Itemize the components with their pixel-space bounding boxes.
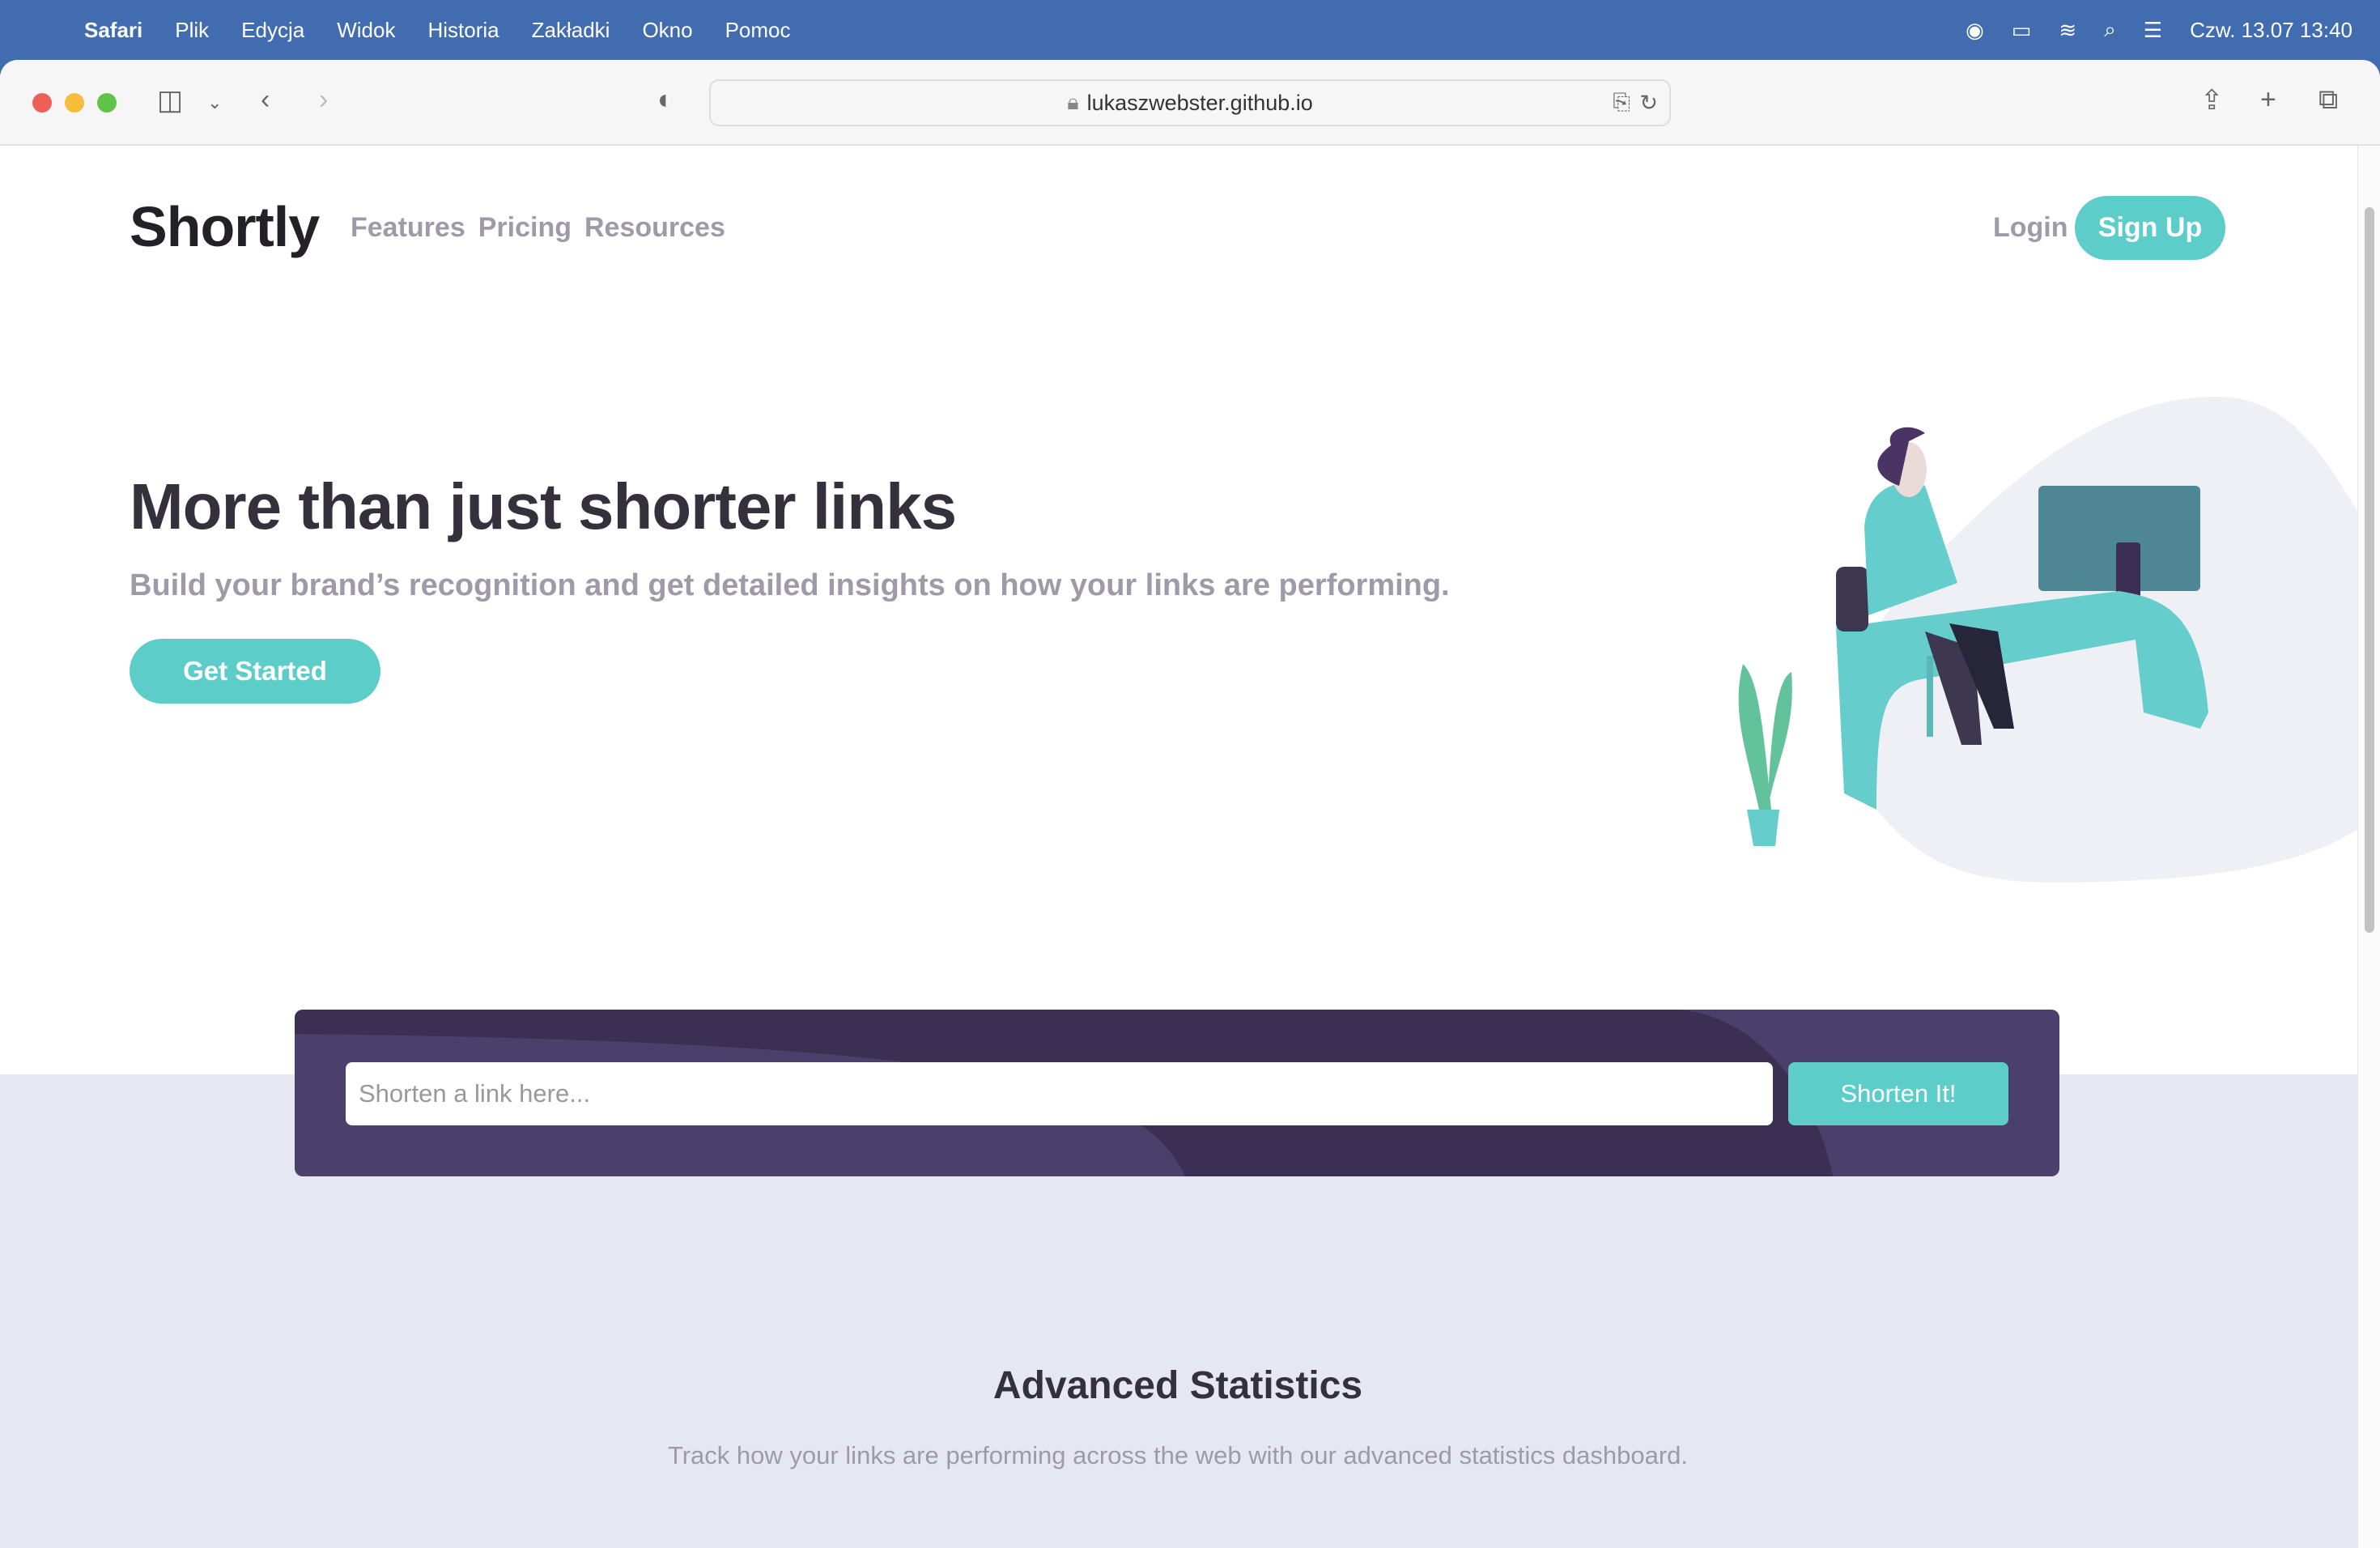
nav-resources[interactable]: Resources bbox=[584, 212, 725, 244]
get-started-button[interactable]: Get Started bbox=[130, 639, 380, 704]
back-icon[interactable]: ‹ bbox=[261, 84, 270, 116]
chevron-down-icon[interactable]: ⌄ bbox=[207, 92, 222, 113]
search-icon[interactable]: ⌕ bbox=[2104, 17, 2116, 43]
logo[interactable]: Shortly bbox=[130, 194, 320, 259]
hero-subtitle: Build your brand’s recognition and get d… bbox=[130, 568, 1450, 602]
sign-up-button[interactable]: Sign Up bbox=[2075, 196, 2225, 260]
minimize-button[interactable] bbox=[65, 93, 84, 113]
translate-icon[interactable]: ⎘ bbox=[1613, 90, 1630, 116]
working-illustration bbox=[1738, 397, 2380, 882]
user-icon[interactable]: ◉ bbox=[1966, 18, 1984, 43]
stats-title: Advanced Statistics bbox=[992, 1364, 1363, 1407]
stats-subtitle: Track how your links are performing acro… bbox=[667, 1441, 1689, 1469]
menu-okno[interactable]: Okno bbox=[642, 18, 692, 43]
nav-features[interactable]: Features bbox=[351, 212, 465, 244]
macos-menubar: Safari Plik Edycja Widok Historia Zakład… bbox=[0, 0, 2380, 60]
main-nav: Features Pricing Resources bbox=[351, 212, 725, 244]
tabs-overview-icon[interactable]: ⧉ bbox=[2318, 84, 2338, 116]
close-button[interactable] bbox=[32, 93, 52, 113]
zoom-button[interactable] bbox=[97, 93, 117, 113]
menu-zakladki[interactable]: Zakładki bbox=[532, 18, 610, 43]
webpage: Shortly Features Pricing Resources Login… bbox=[0, 146, 2380, 1548]
shorten-link-input[interactable] bbox=[346, 1062, 1773, 1125]
shield-icon[interactable]: ◐ bbox=[657, 84, 674, 116]
menu-plik[interactable]: Plik bbox=[175, 18, 209, 43]
address-bar[interactable]: 🔒︎ lukaszwebster.github.io ⎘ ↻ bbox=[709, 79, 1671, 126]
forward-icon[interactable]: › bbox=[319, 84, 328, 116]
share-icon[interactable]: ⇪ bbox=[2200, 84, 2224, 117]
login-link[interactable]: Login bbox=[1993, 212, 2068, 244]
shorten-form: Shorten It! bbox=[295, 1010, 2059, 1176]
url-text: lukaszwebster.github.io bbox=[1086, 90, 1313, 115]
menu-pomoc[interactable]: Pomoc bbox=[725, 18, 791, 43]
lock-icon: 🔒︎ bbox=[1067, 90, 1079, 114]
menu-historia[interactable]: Historia bbox=[427, 18, 499, 43]
menu-widok[interactable]: Widok bbox=[337, 18, 395, 43]
safari-window: ◫ ⌄ ‹ › ◐ 🔒︎ lukaszwebster.github.io ⎘ ↻… bbox=[0, 60, 2380, 1548]
new-tab-icon[interactable]: + bbox=[2260, 84, 2276, 116]
control-center-icon[interactable]: ☰ bbox=[2144, 18, 2162, 43]
scrollbar-thumb[interactable] bbox=[2365, 207, 2374, 933]
hero-title: More than just shorter links bbox=[130, 470, 957, 542]
safari-toolbar: ◫ ⌄ ‹ › ◐ 🔒︎ lukaszwebster.github.io ⎘ ↻… bbox=[0, 60, 2380, 146]
menu-edycja[interactable]: Edycja bbox=[241, 18, 304, 43]
battery-icon[interactable]: ▭ bbox=[2012, 18, 2032, 43]
wifi-icon[interactable]: ≋ bbox=[2059, 18, 2076, 43]
nav-pricing[interactable]: Pricing bbox=[478, 212, 572, 244]
reload-icon[interactable]: ↻ bbox=[1639, 91, 1658, 116]
sidebar-icon[interactable]: ◫ bbox=[157, 84, 183, 117]
clock[interactable]: Czw. 13.07 13:40 bbox=[2190, 18, 2352, 43]
menu-safari[interactable]: Safari bbox=[84, 18, 142, 43]
shorten-it-button[interactable]: Shorten It! bbox=[1788, 1062, 2008, 1125]
vertical-scrollbar[interactable] bbox=[2357, 146, 2380, 1548]
